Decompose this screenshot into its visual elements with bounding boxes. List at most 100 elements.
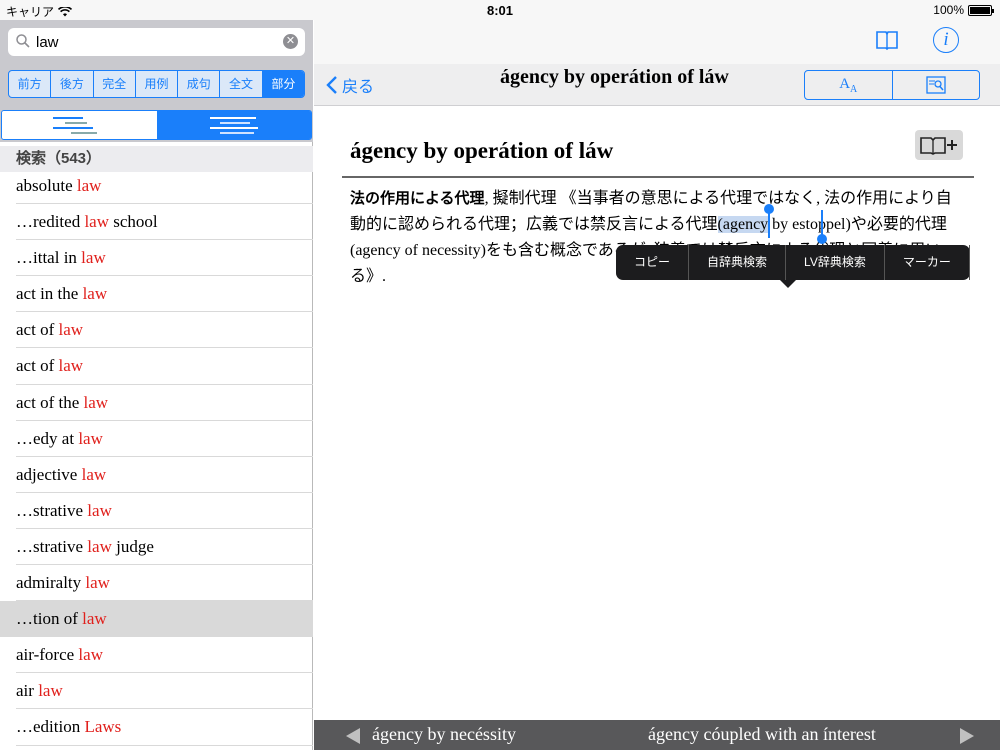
result-keyword: law	[58, 320, 84, 340]
result-list-item[interactable]: adjective law	[16, 457, 313, 493]
view-toggle	[1, 110, 312, 140]
result-list-item[interactable]: absolute law	[16, 168, 313, 205]
clock: 8:01	[486, 3, 514, 18]
result-list-item[interactable]: act in the law	[16, 276, 313, 313]
result-text: …ittal in	[16, 248, 82, 268]
result-text: air-force	[16, 645, 79, 665]
search-box[interactable]: ✕	[8, 28, 305, 56]
result-list-item[interactable]: admiralty law	[16, 565, 313, 602]
font-size-button[interactable]: AA	[805, 71, 893, 99]
headword-divider	[342, 176, 974, 178]
result-list-item[interactable]: …strative law judge	[16, 529, 313, 566]
result-text: judge	[111, 536, 154, 556]
search-mode-option[interactable]: 全文	[220, 71, 263, 97]
top-toolbar: i	[314, 20, 1000, 64]
result-text: …tion of	[16, 609, 83, 629]
result-keyword: law	[78, 428, 103, 448]
battery-icon	[968, 4, 994, 16]
result-list-item[interactable]: …edition Laws	[16, 709, 313, 746]
context-menu-item[interactable]: LV辞典検索	[786, 245, 885, 280]
result-keyword: law	[81, 464, 107, 484]
result-list-item[interactable]: …redited law school	[16, 204, 313, 241]
search-bar-area: ✕	[0, 20, 313, 66]
entry-content: ágency by operátion of láw 法の作用による代理, 擬制…	[314, 106, 1000, 720]
result-text: admiralty	[16, 573, 86, 593]
context-menu-item[interactable]: マーカー	[885, 245, 970, 280]
font-size-icon: AA	[839, 75, 858, 95]
definition-term: 法の作用による代理	[350, 190, 485, 207]
back-button[interactable]: 戻る	[326, 73, 374, 97]
result-text: …edy at	[16, 428, 79, 448]
search-mode-segmented-control: 前方 後方 完全 用例 成句 全文 部分	[8, 70, 305, 98]
list-lines-icon	[51, 115, 107, 135]
result-keyword: law	[58, 356, 84, 376]
previous-arrow-icon[interactable]	[346, 728, 360, 744]
selection-start-handle[interactable]	[764, 204, 774, 238]
result-text: adjective	[16, 464, 82, 484]
book-icon[interactable]	[875, 29, 899, 51]
search-mode-option[interactable]: 用例	[136, 71, 179, 97]
result-list-item[interactable]: air-force law	[16, 637, 313, 674]
result-keyword: law	[81, 248, 106, 268]
results-list: absolute law …redited law school …ittal in…	[0, 168, 313, 746]
detail-view-option[interactable]	[156, 111, 311, 139]
search-sidebar: ✕ 前方後方完全用例成句全文部分	[0, 20, 313, 750]
search-input[interactable]	[36, 32, 276, 52]
result-keyword: Laws	[84, 717, 122, 737]
status-bar: キャリア 8:01 100%	[0, 0, 1000, 20]
result-list-item[interactable]: …ittal in law	[16, 240, 313, 277]
result-text: absolute	[16, 176, 77, 195]
search-mode-option[interactable]: 部分	[262, 71, 304, 97]
result-list-item[interactable]: act of the law	[16, 385, 313, 421]
result-text: school	[109, 212, 158, 232]
search-icon	[16, 34, 30, 48]
result-keyword: law	[85, 573, 110, 593]
result-keyword: law	[87, 500, 112, 520]
result-list-item[interactable]: …edy at law	[16, 421, 313, 457]
next-entry-link[interactable]: ágency cóupled with an ínterest	[648, 724, 876, 745]
result-text: …redited	[16, 212, 85, 232]
entry-navigation-bar: ágency by necéssity ágency cóupled with …	[314, 720, 1000, 750]
page-search-icon	[926, 76, 946, 94]
text-context-menu: コピー 自辞典検索 LV辞典検索 マーカー	[616, 245, 970, 288]
battery-status: 100%	[933, 3, 994, 17]
result-keyword: law	[76, 176, 102, 195]
chevron-left-icon	[326, 76, 337, 94]
info-icon[interactable]: i	[933, 27, 959, 53]
context-menu-item[interactable]: 自辞典検索	[689, 245, 787, 280]
result-list-item[interactable]: act of law	[16, 312, 313, 349]
result-keyword: law	[83, 392, 109, 412]
result-text: act of the	[16, 392, 84, 412]
clear-search-icon[interactable]: ✕	[283, 34, 298, 49]
result-list-item[interactable]: act of law	[16, 348, 313, 385]
result-list-item[interactable]: …strative law	[16, 493, 313, 529]
add-bookmark-button[interactable]	[915, 130, 963, 160]
context-menu-item[interactable]: コピー	[616, 245, 690, 280]
result-list-item[interactable]: …tion of law	[0, 601, 313, 638]
nav-title: ágency by operátion of láw	[500, 66, 729, 88]
result-text: act of	[16, 320, 59, 340]
result-keyword: law	[84, 212, 109, 232]
result-list-item[interactable]: air law	[16, 673, 313, 710]
search-in-page-button[interactable]	[893, 71, 980, 99]
result-text: …strative	[16, 500, 88, 520]
search-mode-option[interactable]: 後方	[51, 71, 94, 97]
detail-lines-icon	[206, 115, 262, 135]
search-mode-option[interactable]: 前方	[9, 71, 52, 97]
navigation-bar: 戻る ágency by operátion of láw AA	[314, 64, 1000, 106]
previous-entry-link[interactable]: ágency by necéssity	[372, 724, 516, 745]
list-view-option[interactable]	[2, 111, 157, 139]
result-text: act of	[16, 356, 59, 376]
search-mode-option[interactable]: 完全	[94, 71, 136, 97]
view-toggle-bar	[0, 108, 313, 142]
result-keyword: law	[82, 284, 108, 304]
battery-percent: 100%	[933, 3, 964, 17]
search-mode-option[interactable]: 成句	[178, 71, 221, 97]
result-text: …strative	[16, 536, 88, 556]
result-text: …edition	[16, 717, 85, 737]
selection-end-handle[interactable]	[817, 210, 827, 244]
selected-text[interactable]: (agency	[717, 216, 769, 233]
result-keyword: law	[38, 681, 63, 701]
result-keyword: law	[87, 536, 112, 556]
next-arrow-icon[interactable]	[960, 728, 974, 744]
